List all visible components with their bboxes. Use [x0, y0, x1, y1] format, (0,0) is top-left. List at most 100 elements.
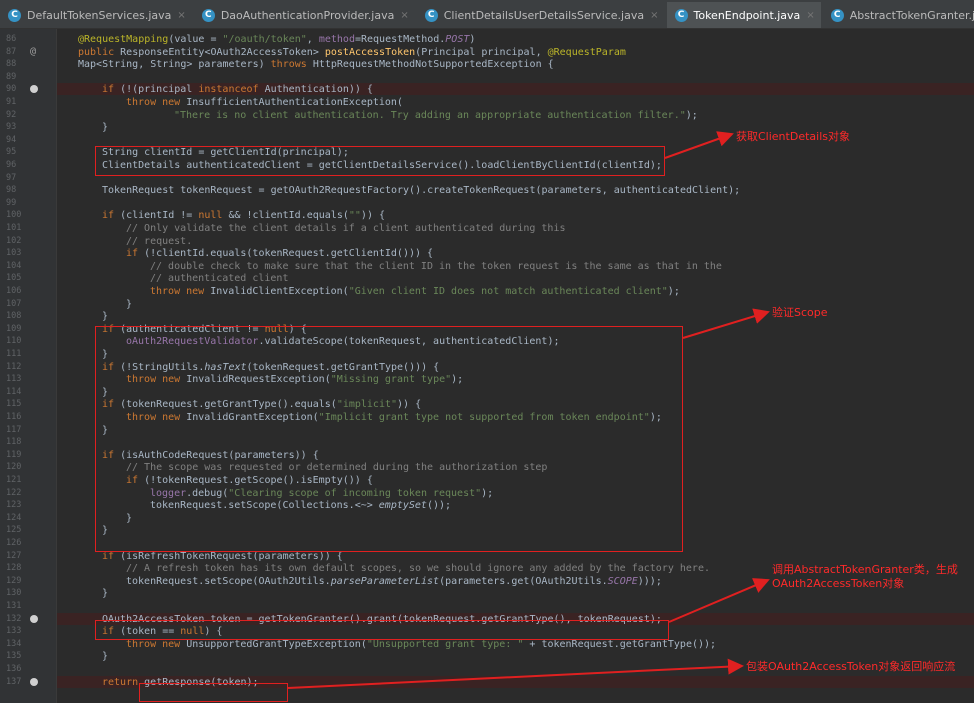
line-number: 110: [6, 336, 22, 347]
code-line: // authenticated client: [150, 272, 288, 285]
line-number: 129: [6, 575, 22, 586]
code-token: InsufficientAuthenticationException(: [186, 97, 403, 108]
line-number: 121: [6, 475, 22, 485]
code-token: // request.: [126, 235, 193, 247]
highlight-box-client-details: [95, 146, 665, 176]
line-number: 111: [6, 349, 22, 359]
code-token: // A refresh token has its own default s…: [126, 563, 710, 575]
code-line: Map<String, String> parameters) throws H…: [78, 58, 554, 71]
code-line: @RequestMapping(value = "/oauth/token", …: [78, 33, 475, 46]
tab-1[interactable]: C DaoAuthenticationProvider.java ×: [194, 2, 415, 28]
code-token: HttpRequestMethodNotSupportedException {: [312, 59, 554, 71]
code-line: if (!(principal instanceof Authenticatio…: [102, 83, 373, 96]
line-number: 96: [6, 160, 17, 170]
line-number: 118: [6, 437, 22, 448]
line-number: 113: [6, 374, 22, 385]
code-token: throw new: [150, 286, 211, 297]
line-number: 102: [6, 235, 22, 246]
code-token: // double check to make sure that the cl…: [150, 260, 722, 272]
line-number: 108: [6, 311, 22, 322]
tab-label: TokenEndpoint.java: [693, 8, 801, 22]
override-annotation-icon: @: [30, 45, 37, 57]
line-number: 105: [6, 273, 22, 284]
code-token: (value =: [168, 34, 223, 45]
line-number: 97: [6, 172, 17, 183]
code-line: if (clientId != null && !clientId.equals…: [102, 209, 385, 222]
note-get-client-details: 获取ClientDetails对象: [736, 130, 850, 143]
code-line: // double check to make sure that the cl…: [150, 260, 722, 273]
code-line: "There is no client authentication. Try …: [174, 109, 698, 122]
code-line: if (!clientId.equals(tokenRequest.getCli…: [126, 247, 433, 260]
code-token: throw new: [126, 97, 187, 108]
java-class-icon: C: [674, 8, 688, 22]
code-token: "There is no client authentication. Try …: [174, 109, 686, 121]
breakpoint-icon[interactable]: [30, 85, 38, 94]
code-token: if: [126, 248, 145, 260]
code-token: + tokenRequest.getGrantType());: [523, 638, 717, 650]
tab-0[interactable]: C DefaultTokenServices.java ×: [0, 2, 192, 28]
code-token: }: [102, 588, 109, 600]
code-token: if: [102, 84, 121, 96]
code-token: if: [102, 550, 121, 562]
line-number: 101: [6, 223, 22, 233]
line-number: 114: [6, 386, 22, 397]
tab-2[interactable]: C ClientDetailsUserDetailsService.java ×: [417, 2, 665, 28]
code-token: "/oauth/token": [222, 34, 307, 45]
code-token: public: [78, 46, 121, 58]
code-token: "Unsupported grant type: ": [366, 638, 524, 650]
code-token: }: [102, 651, 109, 663]
code-token: if: [102, 210, 121, 222]
code-token: "Given client ID does not match authenti…: [348, 286, 668, 297]
code-token: throws: [270, 59, 313, 71]
line-number: 117: [6, 424, 22, 435]
close-icon[interactable]: ×: [177, 10, 185, 21]
line-number: 93: [6, 122, 17, 133]
close-icon[interactable]: ×: [806, 10, 814, 21]
tab-4[interactable]: CAbstractTokenGranter.java×: [823, 2, 974, 28]
java-class-icon: C: [424, 8, 438, 22]
code-token: (clientId !=: [120, 210, 199, 222]
code-token: ,: [306, 34, 319, 45]
breakpoint-icon[interactable]: [30, 677, 38, 686]
code-line: }: [102, 650, 108, 663]
line-number: 123: [6, 500, 22, 511]
code-token: (isRefreshTokenRequest(parameters)) {: [120, 550, 343, 562]
note-call-token-granter: 调用AbstractTokenGranter类，生成: [772, 563, 958, 576]
code-line: TokenRequest tokenRequest = getOAuth2Req…: [102, 184, 740, 197]
code-token: return: [102, 676, 145, 688]
code-token: @RequestMapping: [78, 34, 169, 45]
tab-label: ClientDetailsUserDetailsService.java: [443, 8, 645, 22]
code-line: // A refresh token has its own default s…: [126, 562, 710, 575]
code-line: // request.: [126, 235, 192, 248]
code-token: }: [102, 122, 109, 134]
close-icon[interactable]: ×: [650, 10, 658, 21]
close-icon[interactable]: ×: [400, 10, 408, 21]
line-number: 99: [6, 197, 17, 208]
code-token: null: [198, 210, 229, 222]
code-token: (!clientId.equals(tokenRequest.getClient…: [144, 248, 434, 260]
code-token: "": [348, 210, 361, 222]
line-number: 89: [6, 71, 17, 82]
code-token: (parameters.get(OAuth2Utils.: [439, 575, 608, 587]
tab-3[interactable]: C TokenEndpoint.java ×: [666, 2, 821, 28]
line-number: 106: [6, 286, 22, 296]
code-token: instanceof: [198, 84, 265, 96]
line-number: 90: [6, 84, 17, 95]
java-class-icon: C: [201, 8, 215, 22]
line-number: 120: [6, 462, 22, 473]
line-number: 103: [6, 248, 22, 259]
line-number: 104: [6, 260, 22, 271]
line-number: 135: [6, 651, 22, 662]
code-token: postAccessToken: [324, 46, 416, 58]
note-create-access-token: OAuth2AccessToken对象: [772, 577, 905, 590]
code-token: ): [469, 34, 476, 45]
code-token: )) {: [360, 210, 386, 222]
line-number: 94: [6, 134, 17, 145]
note-validate-scope: 验证Scope: [772, 306, 828, 319]
line-number: 86: [6, 34, 17, 44]
highlight-box-token-granter: [95, 620, 669, 640]
line-number: 116: [6, 412, 22, 422]
breakpoint-icon[interactable]: [30, 614, 38, 623]
code-token: Authentication)) {: [264, 84, 373, 96]
code-token: );: [685, 109, 698, 121]
